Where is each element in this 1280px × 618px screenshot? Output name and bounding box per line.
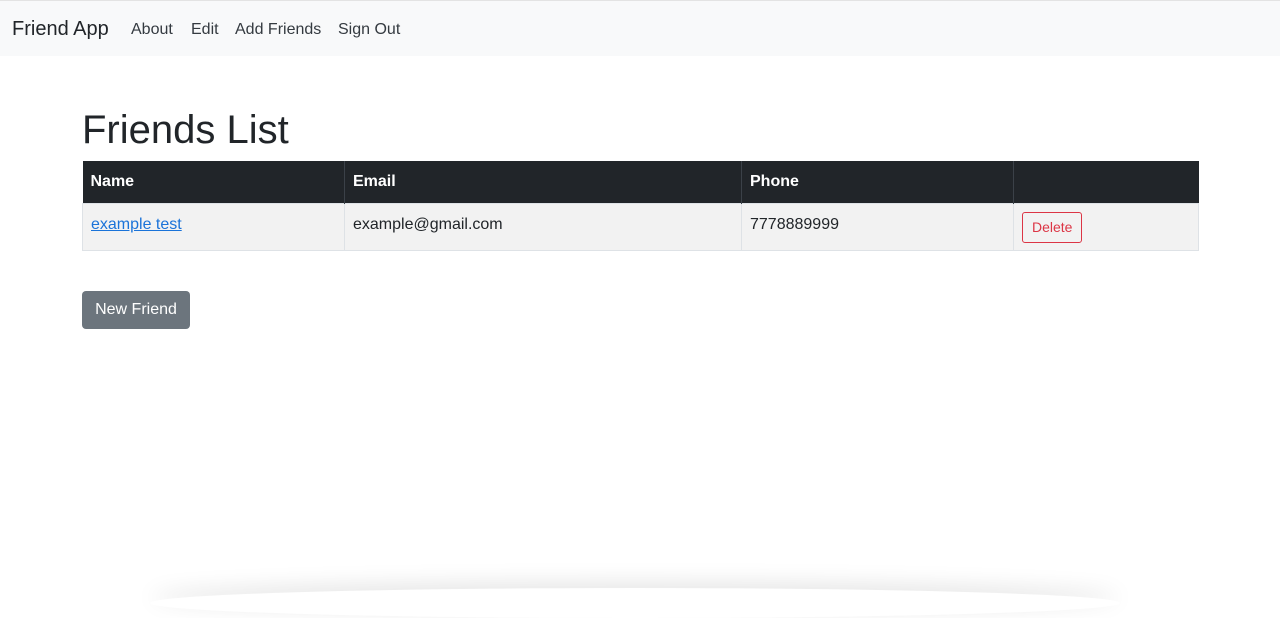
nav-link-edit[interactable]: Edit (191, 20, 219, 40)
nav-link-sign-out[interactable]: Sign Out (338, 20, 400, 40)
cell-email: example@gmail.com (344, 202, 742, 251)
delete-button[interactable]: Delete (1022, 211, 1083, 243)
table-header-row: Name Email Phone (82, 161, 1199, 203)
friends-table: Name Email Phone example test example@gm… (82, 161, 1199, 251)
cell-name: example test (82, 202, 345, 251)
cell-phone: 7778889999 (741, 202, 1014, 251)
nav-link-add-friends[interactable]: Add Friends (235, 20, 321, 40)
cell-actions: Delete (1013, 202, 1199, 251)
brand-link[interactable]: Friend App (12, 17, 109, 41)
table-row: example test example@gmail.com 777888999… (82, 202, 1199, 251)
column-header-name: Name (82, 161, 345, 203)
page-title: Friends List (82, 108, 289, 152)
column-header-email: Email (344, 161, 742, 203)
nav-link-about[interactable]: About (131, 20, 173, 40)
friend-name-link[interactable]: example test (91, 216, 182, 233)
column-header-phone: Phone (741, 161, 1014, 203)
top-navbar: Friend App About Edit Add Friends Sign O… (0, 0, 1280, 56)
column-header-actions (1013, 161, 1199, 203)
new-friend-button[interactable]: New Friend (82, 291, 190, 329)
